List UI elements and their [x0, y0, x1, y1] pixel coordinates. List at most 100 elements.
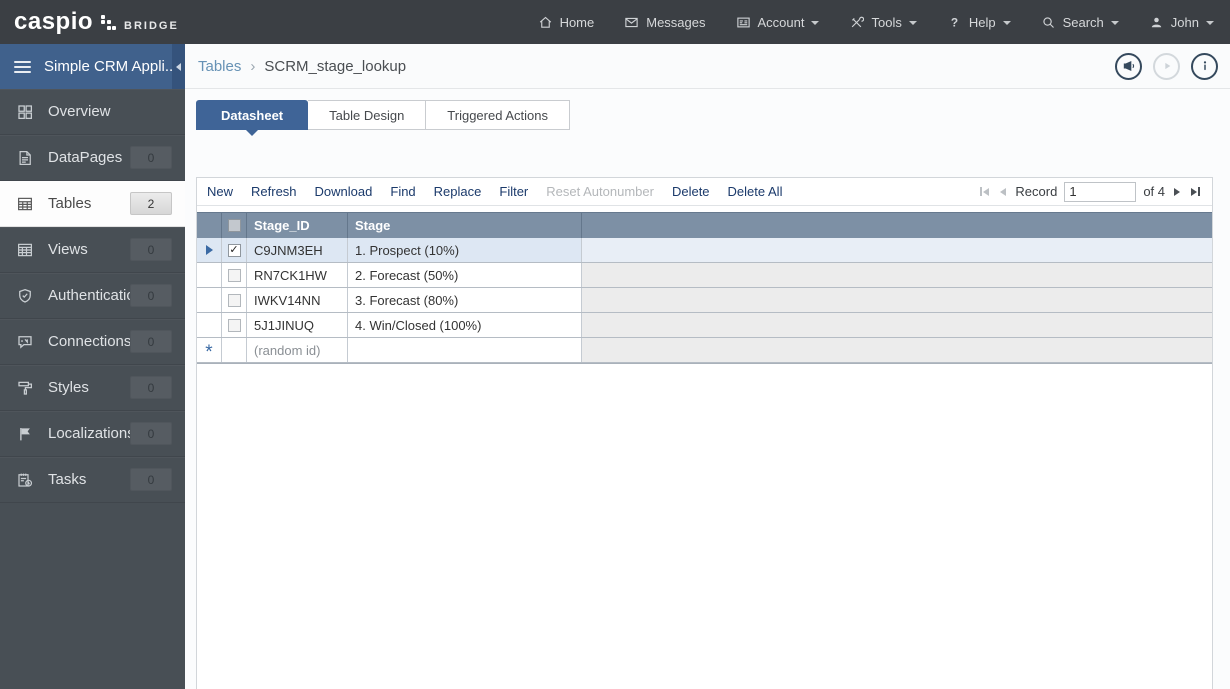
stage-id-cell[interactable]: 5J1JINUQ	[247, 313, 348, 337]
toolbar-download[interactable]: Download	[306, 184, 382, 199]
stage-id-cell[interactable]: RN7CK1HW	[247, 263, 348, 287]
toolbar-new[interactable]: New	[198, 184, 242, 199]
tab-table-design[interactable]: Table Design	[308, 100, 427, 130]
filler-cell	[582, 263, 1212, 287]
sidebar-app-header[interactable]: Simple CRM Appli...	[0, 44, 185, 89]
nav-item-label: Account	[757, 14, 805, 30]
filler-cell	[582, 238, 1212, 262]
page-title: SCRM_stage_lookup	[264, 57, 407, 75]
new-record-id-cell[interactable]: (random id)	[247, 338, 348, 362]
last-record-button[interactable]	[1189, 185, 1202, 198]
sidebar-item-label: Tasks	[48, 471, 87, 488]
stage-id-cell[interactable]: C9JNM3EH	[247, 238, 348, 262]
toolbar-replace[interactable]: Replace	[425, 184, 491, 199]
nav-item-home[interactable]: Home	[538, 14, 595, 30]
sidebar-item-styles[interactable]: Styles 0	[0, 365, 185, 411]
row-checkbox[interactable]	[227, 293, 241, 307]
sidebar-item-datapages[interactable]: DataPages 0	[0, 135, 185, 181]
breadcrumb-tables-link[interactable]: Tables	[198, 58, 241, 75]
row-checkbox[interactable]	[227, 318, 241, 332]
sidebar-item-overview[interactable]: Overview	[0, 89, 185, 135]
help-icon	[947, 15, 962, 30]
sidebar-item-views[interactable]: Views 0	[0, 227, 185, 273]
table-row[interactable]: IWKV14NN 3. Forecast (80%)	[197, 288, 1212, 313]
datasheet-grid: Stage_ID Stage C9JNM3EH 1. Prospect (10%…	[197, 212, 1212, 364]
table-row[interactable]: RN7CK1HW 2. Forecast (50%)	[197, 263, 1212, 288]
play-button[interactable]	[1153, 52, 1180, 80]
nav-item-account[interactable]: Account	[736, 15, 820, 30]
stage-cell[interactable]: 4. Win/Closed (100%)	[348, 313, 582, 337]
row-checkbox[interactable]	[227, 243, 241, 257]
info-icon	[1197, 58, 1213, 74]
nav-item-search[interactable]: Search	[1041, 15, 1119, 30]
chevron-down-icon	[1002, 21, 1011, 25]
sidebar-item-label: Connections	[48, 333, 132, 350]
column-header-stage[interactable]: Stage	[348, 213, 582, 238]
sidebar-item-localizations[interactable]: Localizations 0	[0, 411, 185, 457]
count-badge: 0	[130, 468, 172, 491]
nav-item-john[interactable]: John	[1149, 15, 1214, 30]
connections-icon	[16, 333, 34, 351]
sidebar-list: Overview DataPages 0 Tables 2 Views 0 Au…	[0, 89, 185, 503]
count-badge: 2	[130, 192, 172, 215]
record-number-input[interactable]	[1064, 181, 1137, 202]
new-record-row[interactable]: * (random id)	[197, 338, 1212, 363]
menu-icon[interactable]	[14, 60, 31, 73]
datasheet-toolbar: New Refresh Download Find Replace Filter Reset…	[197, 178, 1212, 206]
announcement-button[interactable]	[1115, 52, 1142, 80]
sidebar-item-authentications[interactable]: Authentications 0	[0, 273, 185, 319]
nav-item-label: John	[1170, 14, 1199, 30]
count-badge: 0	[130, 330, 172, 353]
toolbar-filter[interactable]: Filter	[490, 184, 537, 199]
chevron-down-icon	[1206, 21, 1214, 25]
select-all-checkbox[interactable]	[227, 219, 241, 232]
stage-cell[interactable]: 3. Forecast (80%)	[348, 288, 582, 312]
toolbar-delete[interactable]: Delete	[663, 184, 719, 199]
content-area: Datasheet Table Design Triggered Actions…	[185, 89, 1230, 689]
toolbar-delete-all[interactable]: Delete All	[719, 184, 792, 199]
column-header-stage-id[interactable]: Stage_ID	[247, 213, 348, 238]
nav-item-label: Help	[968, 14, 996, 30]
logo-suffix-text: BRIDGE	[124, 20, 179, 32]
row-checkbox[interactable]	[227, 268, 241, 282]
tab-datasheet[interactable]: Datasheet	[196, 100, 309, 136]
last-record-icon	[1191, 187, 1197, 196]
nav-item-label: Messages	[646, 14, 706, 30]
next-record-icon	[1174, 187, 1180, 196]
sidebar-item-tables[interactable]: Tables 2	[0, 181, 185, 227]
sidebar-item-tasks[interactable]: Tasks 0	[0, 457, 185, 503]
stage-cell[interactable]: 1. Prospect (10%)	[348, 238, 582, 262]
header-actions	[1115, 52, 1218, 80]
previous-record-button[interactable]	[998, 186, 1008, 198]
nav-item-tools[interactable]: Tools	[849, 15, 917, 30]
chevron-down-icon	[908, 21, 917, 25]
nav-item-messages[interactable]: Messages	[624, 14, 706, 30]
info-button[interactable]	[1191, 52, 1218, 80]
nav-item-help[interactable]: Help	[947, 15, 1011, 30]
styles-icon	[16, 379, 34, 397]
table-row[interactable]: 5J1JINUQ 4. Win/Closed (100%)	[197, 313, 1212, 338]
localizations-icon	[16, 425, 34, 443]
toolbar-reset-autonumber[interactable]: Reset Autonumber	[537, 184, 663, 199]
tab-triggered-actions[interactable]: Triggered Actions	[426, 100, 570, 130]
stage-cell[interactable]: 2. Forecast (50%)	[348, 263, 582, 287]
grid-header-row: Stage_ID Stage	[197, 212, 1212, 238]
sidebar-collapse-button[interactable]	[172, 44, 185, 89]
next-record-button[interactable]	[1172, 186, 1182, 198]
table-row[interactable]: C9JNM3EH 1. Prospect (10%)	[197, 238, 1212, 263]
first-record-button[interactable]	[978, 185, 991, 198]
authentications-icon	[16, 287, 34, 305]
stage-id-cell[interactable]: IWKV14NN	[247, 288, 348, 312]
new-record-asterisk-icon: *	[205, 342, 213, 362]
caspio-dots-icon	[101, 14, 117, 30]
toolbar-refresh[interactable]: Refresh	[242, 184, 306, 199]
record-label: Record	[1015, 184, 1058, 199]
tables-icon	[16, 195, 34, 213]
breadcrumb: Tables › SCRM_stage_lookup	[185, 44, 1230, 89]
nav-item-label: Home	[559, 14, 595, 30]
toolbar-find[interactable]: Find	[381, 184, 424, 199]
sidebar-item-connections[interactable]: Connections 0	[0, 319, 185, 365]
caspio-logo[interactable]: caspio BRIDGE	[14, 10, 179, 34]
new-record-stage-cell[interactable]	[348, 338, 582, 362]
chevron-left-icon	[176, 62, 181, 71]
